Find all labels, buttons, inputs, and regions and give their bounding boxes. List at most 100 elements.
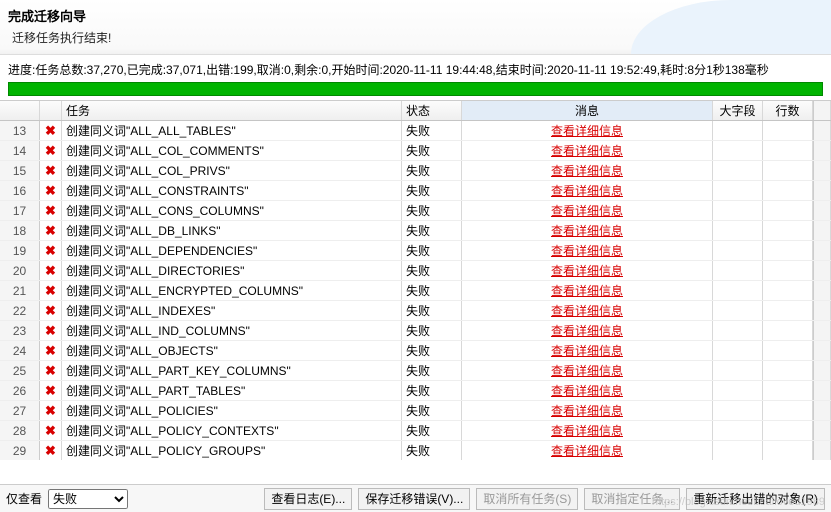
rowcount-cell [763, 121, 813, 140]
detail-link[interactable]: 查看详细信息 [551, 182, 623, 199]
bigfield-cell [713, 341, 763, 360]
table-row[interactable]: 22✖创建同义词"ALL_INDEXES"失败查看详细信息 [0, 301, 831, 321]
rowcount-cell [763, 381, 813, 400]
row-number: 25 [0, 361, 40, 380]
task-name: 创建同义词"ALL_POLICY_GROUPS" [62, 441, 402, 460]
table-row[interactable]: 14✖创建同义词"ALL_COL_COMMENTS"失败查看详细信息 [0, 141, 831, 161]
error-icon: ✖ [40, 341, 62, 360]
scrollbar-gutter [813, 201, 831, 220]
cancel-all-button: 取消所有任务(S) [476, 488, 578, 510]
table-row[interactable]: 27✖创建同义词"ALL_POLICIES"失败查看详细信息 [0, 401, 831, 421]
scrollbar-gutter [813, 441, 831, 460]
task-status: 失败 [402, 421, 462, 440]
task-name: 创建同义词"ALL_ALL_TABLES" [62, 121, 402, 140]
col-header-rows[interactable]: 行数 [763, 101, 813, 120]
task-message: 查看详细信息 [462, 121, 713, 140]
table-row[interactable]: 23✖创建同义词"ALL_IND_COLUMNS"失败查看详细信息 [0, 321, 831, 341]
detail-link[interactable]: 查看详细信息 [551, 342, 623, 359]
table-row[interactable]: 13✖创建同义词"ALL_ALL_TABLES"失败查看详细信息 [0, 121, 831, 141]
scrollbar-gutter [813, 121, 831, 140]
col-header-icon[interactable] [40, 101, 62, 120]
rowcount-cell [763, 321, 813, 340]
table-row[interactable]: 21✖创建同义词"ALL_ENCRYPTED_COLUMNS"失败查看详细信息 [0, 281, 831, 301]
save-errors-button[interactable]: 保存迁移错误(V)... [358, 488, 470, 510]
detail-link[interactable]: 查看详细信息 [551, 302, 623, 319]
table-body[interactable]: 13✖创建同义词"ALL_ALL_TABLES"失败查看详细信息14✖创建同义词… [0, 121, 831, 460]
detail-link[interactable]: 查看详细信息 [551, 362, 623, 379]
error-icon: ✖ [40, 261, 62, 280]
detail-link[interactable]: 查看详细信息 [551, 262, 623, 279]
table-row[interactable]: 19✖创建同义词"ALL_DEPENDENCIES"失败查看详细信息 [0, 241, 831, 261]
task-name: 创建同义词"ALL_PART_KEY_COLUMNS" [62, 361, 402, 380]
table-row[interactable]: 29✖创建同义词"ALL_POLICY_GROUPS"失败查看详细信息 [0, 441, 831, 460]
rowcount-cell [763, 441, 813, 460]
task-status: 失败 [402, 401, 462, 420]
rowcount-cell [763, 341, 813, 360]
col-header-message[interactable]: 消息 [462, 101, 713, 120]
table-row[interactable]: 16✖创建同义词"ALL_CONSTRAINTS"失败 查看详细信息 [0, 181, 831, 201]
rowcount-cell [763, 261, 813, 280]
detail-link[interactable]: 查看详细信息 [551, 402, 623, 419]
task-message: 查看详细信息 [462, 401, 713, 420]
row-number: 20 [0, 261, 40, 280]
detail-link[interactable]: 查看详细信息 [551, 322, 623, 339]
progress-panel: 进度:任务总数:37,270,已完成:37,071,出错:199,取消:0,剩余… [0, 55, 831, 100]
task-status: 失败 [402, 381, 462, 400]
view-log-button[interactable]: 查看日志(E)... [264, 488, 352, 510]
row-number: 27 [0, 401, 40, 420]
task-message: 查看详细信息 [462, 221, 713, 240]
detail-link[interactable]: 查看详细信息 [551, 282, 623, 299]
bigfield-cell [713, 161, 763, 180]
task-status: 失败 [402, 361, 462, 380]
task-status: 失败 [402, 281, 462, 300]
rowcount-cell [763, 361, 813, 380]
table-row[interactable]: 28✖创建同义词"ALL_POLICY_CONTEXTS"失败查看详细信息 [0, 421, 831, 441]
table-row[interactable]: 17✖创建同义词"ALL_CONS_COLUMNS"失败查看详细信息 [0, 201, 831, 221]
task-name: 创建同义词"ALL_COL_PRIVS" [62, 161, 402, 180]
table-row[interactable]: 15✖创建同义词"ALL_COL_PRIVS"失败查看详细信息 [0, 161, 831, 181]
col-header-status[interactable]: 状态 [402, 101, 462, 120]
rowcount-cell [763, 201, 813, 220]
bigfield-cell [713, 401, 763, 420]
task-message: 查看详细信息 [462, 161, 713, 180]
detail-link[interactable]: 查看详细信息 [551, 202, 623, 219]
detail-link[interactable]: 查看详细信息 [551, 422, 623, 439]
col-header-bigfield[interactable]: 大字段 [713, 101, 763, 120]
rowcount-cell [763, 301, 813, 320]
retry-errors-button[interactable]: 重新迁移出错的对象(R) [686, 488, 825, 510]
rowcount-cell [763, 401, 813, 420]
error-icon: ✖ [40, 301, 62, 320]
row-number: 16 [0, 181, 40, 200]
detail-link[interactable]: 查看详细信息 [551, 442, 623, 459]
detail-link[interactable]: 查看详细信息 [551, 242, 623, 259]
bigfield-cell [713, 121, 763, 140]
filter-select[interactable]: 失败 [48, 489, 128, 509]
col-header-task[interactable]: 任务 [62, 101, 402, 120]
detail-link[interactable]: 查看详细信息 [551, 162, 623, 179]
detail-link[interactable]: 查看详细信息 [551, 382, 623, 399]
detail-link[interactable]: 查看详细信息 [551, 122, 623, 139]
detail-link[interactable]: 查看详细信息 [551, 142, 623, 159]
row-number: 14 [0, 141, 40, 160]
table-row[interactable]: 25✖创建同义词"ALL_PART_KEY_COLUMNS"失败查看详细信息 [0, 361, 831, 381]
bigfield-cell [713, 261, 763, 280]
table-row[interactable]: 24✖创建同义词"ALL_OBJECTS"失败查看详细信息 [0, 341, 831, 361]
task-name: 创建同义词"ALL_DEPENDENCIES" [62, 241, 402, 260]
detail-link[interactable]: 查看详细信息 [551, 222, 623, 239]
scrollbar-gutter [813, 341, 831, 360]
table-header: 任务 状态 消息 大字段 行数 [0, 101, 831, 121]
scrollbar-gutter [813, 181, 831, 200]
error-icon: ✖ [40, 281, 62, 300]
col-header-rownum[interactable] [0, 101, 40, 120]
table-row[interactable]: 18✖创建同义词"ALL_DB_LINKS"失败查看详细信息 [0, 221, 831, 241]
progress-bar [8, 82, 823, 96]
task-name: 创建同义词"ALL_CONSTRAINTS" [62, 181, 402, 200]
error-icon: ✖ [40, 181, 62, 200]
task-status: 失败 [402, 341, 462, 360]
table-row[interactable]: 20✖创建同义词"ALL_DIRECTORIES"失败查看详细信息 [0, 261, 831, 281]
scrollbar-gutter [813, 381, 831, 400]
task-status: 失败 [402, 181, 462, 200]
bigfield-cell [713, 301, 763, 320]
task-name: 创建同义词"ALL_IND_COLUMNS" [62, 321, 402, 340]
table-row[interactable]: 26✖创建同义词"ALL_PART_TABLES"失败查看详细信息 [0, 381, 831, 401]
